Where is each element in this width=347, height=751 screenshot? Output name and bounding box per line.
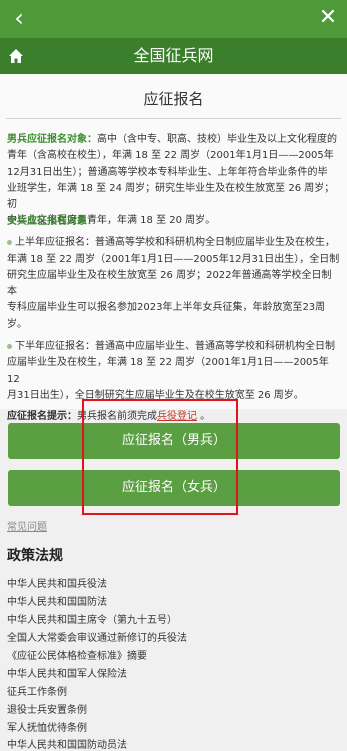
law-link[interactable]: 军人抚恤优待条例 bbox=[7, 719, 87, 734]
female-label: 女兵应征报名对象： bbox=[7, 216, 97, 227]
law-link[interactable]: 中华人民共和国军人保险法 bbox=[7, 665, 127, 680]
law-link[interactable]: 退役士兵安置条例 bbox=[7, 701, 87, 716]
policy-title: 政策法规 bbox=[7, 548, 63, 564]
law-link[interactable]: 全国人大常委会审议通过新修订的兵役法 bbox=[7, 629, 187, 644]
male-line-4: 业班学生，年满 18 至 24 周岁；研究生毕业生及在校生放宽至 26 周岁；初 bbox=[7, 182, 335, 211]
law-link[interactable]: 中华人民共和国主席令（第九十五号） bbox=[7, 611, 177, 626]
male-line-3: 12月31日出生）；普通高等学校本专科毕业生、上年年符合毕业条件的毕 bbox=[7, 166, 328, 178]
law-link[interactable]: 《应征公民体格检查标准》摘要 bbox=[7, 647, 147, 662]
male-line-1: 男兵应征报名对象：高中（含中专、职高、技校）毕业生及以上文化程度的 bbox=[7, 134, 337, 145]
law-link[interactable]: 中华人民共和国国防动员法 bbox=[7, 736, 127, 751]
female-first-line-2: 年满 18 至 22 周岁（2001年1月1日——2005年12月31日出生），… bbox=[7, 253, 340, 265]
chevron-left-icon[interactable]: ‹ bbox=[6, 4, 32, 32]
close-icon[interactable]: ✕ bbox=[315, 4, 341, 32]
page-title: 应征报名 bbox=[143, 90, 204, 108]
site-header: 全国征兵网 bbox=[0, 38, 347, 74]
bullet-icon bbox=[7, 343, 12, 349]
female-first-line-5: 岁。 bbox=[7, 318, 27, 330]
law-link[interactable]: 征兵工作条例 bbox=[7, 683, 67, 698]
faq-link[interactable]: 常见问题 bbox=[7, 518, 47, 533]
female-first-line-1: 上半年应征报名：普通高等学校和科研机构全日制应届毕业生及在校生， bbox=[7, 235, 341, 251]
female-first-line-3: 研究生应届毕业生及在校生放宽至 26 周岁；2022年普通高等学校全日制本 bbox=[7, 269, 332, 298]
site-title: 全国征兵网 bbox=[133, 46, 214, 65]
divider bbox=[6, 118, 341, 119]
female-eligibility: 女兵应征报名对象： 上半年应征报名：普通高等学校和科研机构全日制应届毕业生及在校… bbox=[7, 214, 341, 426]
law-link[interactable]: 中华人民共和国兵役法 bbox=[7, 575, 107, 590]
male-label: 男兵应征报名对象： bbox=[7, 134, 97, 145]
female-second-line-1: 下半年应征报名：普通高中应届毕业生、普通高等学校和科研机构全日制 bbox=[7, 339, 341, 355]
female-first-line-4: 专科应届毕业生可以报名参加2023年上半年女兵征集，年龄放宽至23周 bbox=[7, 302, 326, 314]
bullet-icon bbox=[7, 239, 12, 245]
female-second-line-2: 应届毕业生及在校生，年满 18 至 22 周岁（2001年1月1日——2005年… bbox=[7, 357, 329, 385]
browser-topbar: ‹ ✕ bbox=[0, 0, 347, 38]
main-content: 应征报名 男兵应征报名对象：高中（含中专、职高、技校）毕业生及以上文化程度的 青… bbox=[0, 74, 347, 422]
law-link[interactable]: 中华人民共和国国防法 bbox=[7, 593, 107, 608]
male-line-2: 青年（含高校在校生），年满 18 至 22 周岁（2001年1月1日——2005… bbox=[7, 150, 334, 162]
highlight-box bbox=[82, 399, 238, 515]
